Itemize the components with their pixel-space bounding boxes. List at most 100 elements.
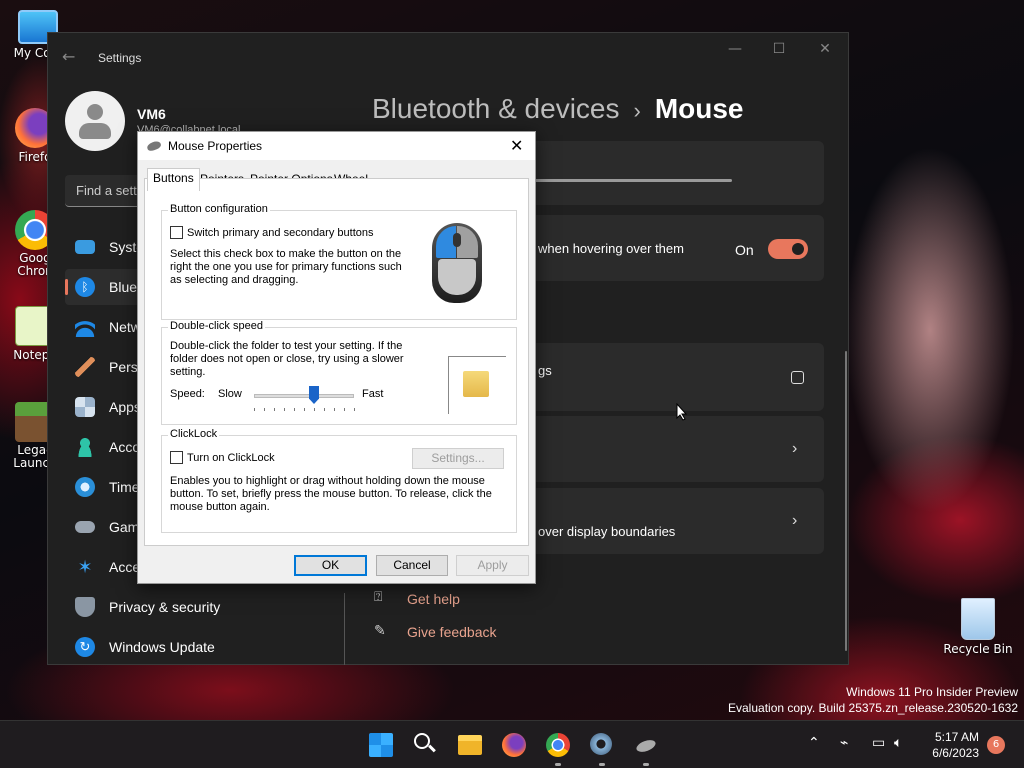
slider-tick [284,408,285,411]
toggle-label: On [735,242,754,258]
tab-buttons[interactable]: Buttons [147,168,200,191]
settings-titlebar: ← Settings — ☐ ✕ [48,33,848,81]
wifi-icon [75,317,95,337]
breadcrumb: Bluetooth & devices › Mouse [372,93,744,125]
firefox-icon[interactable] [502,733,526,757]
slider-tick [304,408,305,411]
clock-date: 6/6/2023 [932,746,979,760]
clicklock-label[interactable]: Turn on ClickLock [187,452,275,465]
double-click-desc-1: Double-click the folder to test your set… [170,340,403,352]
external-link-icon [791,371,804,384]
monitor-icon [75,240,95,254]
page-title: Mouse [654,93,744,124]
gamepad-icon [75,521,95,533]
scroll-inactive-toggle[interactable] [768,239,808,259]
scroll-inactive-label: when hovering over them [538,241,684,256]
dialog-titlebar: Mouse Properties ✕ [138,132,535,160]
chevron-right-icon: › [792,512,798,529]
chrome-running-indicator [555,763,561,766]
settings-running-indicator [599,763,605,766]
double-click-speed-slider[interactable] [254,394,354,398]
group-title: Button configuration [168,203,270,215]
slider-tick [314,408,315,411]
feedback-icon: ✎ [374,623,386,639]
watermark-line-2: Evaluation copy. Build 25375.zn_release.… [728,701,1018,715]
group-button-configuration: Button configuration Switch primary and … [161,203,517,320]
search-icon[interactable] [414,733,438,757]
apply-button[interactable]: Apply [456,555,529,576]
display-icon[interactable]: ▭ [872,735,885,751]
slider-tick [344,408,345,411]
person-icon [75,437,95,457]
notification-badge[interactable]: 6 [987,736,1005,754]
chevron-up-icon[interactable]: ⌃ [808,735,820,751]
watermark-line-1: Windows 11 Pro Insider Preview [846,685,1018,699]
brush-icon [75,357,95,377]
clicklock-settings-button[interactable]: Settings... [412,448,504,469]
mouse-wheel [453,233,461,247]
get-help-link[interactable]: Get help [407,591,460,607]
additional-settings-label: gs [538,363,552,378]
folder-icon[interactable] [463,371,489,397]
mouse-properties-dialog: Mouse Properties ✕ Buttons Pointers Poin… [137,131,536,584]
switch-buttons-checkbox[interactable] [170,226,183,239]
desktop-icon-recycle-bin[interactable]: Recycle Bin [940,598,1016,656]
ok-button[interactable]: OK [294,555,367,576]
mouse-cursor-icon [676,403,688,421]
avatar-head-icon [87,104,103,120]
cancel-button[interactable]: Cancel [376,555,448,576]
app-title: Settings [98,51,142,65]
slow-label: Slow [218,388,242,400]
bluetooth-icon: ᛒ [75,277,95,297]
clicklock-checkbox[interactable] [170,451,183,464]
group-title: Double-click speed [168,320,265,332]
multi-display-label: over display boundaries [538,524,676,539]
sidebar-item-privacy-security[interactable]: Privacy & security [65,589,335,625]
network-disconnected-icon[interactable]: ⌁ [840,735,848,751]
fast-label: Fast [362,388,384,400]
close-button[interactable]: ✕ [810,41,840,61]
file-explorer-icon[interactable] [458,735,482,755]
chrome-icon[interactable] [546,733,570,757]
test-folder-area[interactable] [448,356,506,414]
user-name: VM6 [137,106,166,122]
mouse-app-icon[interactable] [634,733,658,757]
shield-icon [75,597,95,617]
breadcrumb-separator: › [633,98,641,123]
dialog-title: Mouse Properties [168,139,263,153]
slider-tick [264,408,265,411]
windows-start-icon[interactable] [369,733,393,757]
volume-icon[interactable]: 🔈︎ [894,735,902,751]
dialog-close-icon[interactable]: ✕ [510,136,523,156]
breadcrumb-parent[interactable]: Bluetooth & devices [372,93,620,124]
group-double-click-speed: Double-click speed Double-click the fold… [161,320,517,425]
avatar[interactable] [65,91,125,151]
double-click-desc-2: folder does not open or close, try using… [170,353,404,365]
scrollbar[interactable] [845,351,847,651]
maximize-button[interactable]: ☐ [764,41,794,61]
search-placeholder: Find a sett [76,183,137,198]
active-indicator [65,279,68,295]
help-icon: ⍰ [374,589,383,605]
sidebar-item-windows-update[interactable]: ↻ Windows Update [65,629,335,665]
clock[interactable]: 5:17 AM 6/6/2023 [925,729,979,761]
settings-gear-icon[interactable] [590,733,614,757]
slider-tick [334,408,335,411]
apps-icon [75,397,95,417]
group-clicklock: ClickLock Turn on ClickLock Settings... … [161,428,517,533]
mouse-app-running-indicator [643,763,649,766]
mouse-palm [438,259,476,295]
double-click-desc-3: setting. [170,366,206,378]
slider-tick [294,408,295,411]
taskbar: ⌃ ⌁ ▭ 🔈︎ 5:17 AM 6/6/2023 6 [0,720,1024,768]
give-feedback-link[interactable]: Give feedback [407,624,497,640]
minimize-button[interactable]: — [720,41,750,61]
group-title: ClickLock [168,428,220,440]
speed-slider-thumb[interactable] [309,386,319,404]
slider-tick [354,408,355,411]
button-config-desc-3: as selecting and dragging. [170,274,299,286]
switch-buttons-label[interactable]: Switch primary and secondary buttons [187,227,373,240]
slider-tick [274,408,275,411]
back-arrow-icon[interactable]: ← [62,47,75,66]
avatar-body-icon [79,123,111,139]
